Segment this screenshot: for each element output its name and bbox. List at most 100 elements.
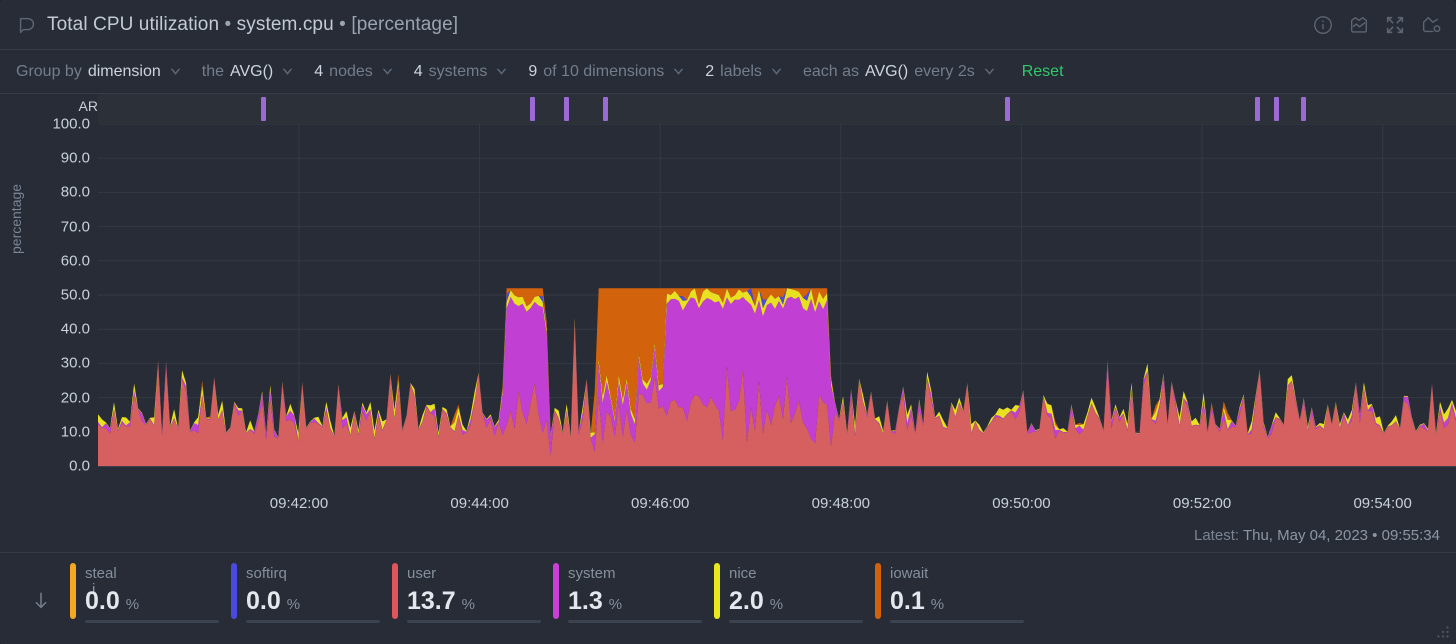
header-icon-group [1312, 14, 1442, 36]
y-axis-tick: 100.0 [52, 115, 90, 133]
legend-item-value: 2.0 [729, 587, 764, 615]
aggregation-value: AVG() [230, 62, 274, 80]
toolbar-granularity[interactable]: each as AVG() every 2s [803, 63, 996, 81]
anomaly-rate-mark [1005, 97, 1011, 121]
y-axis-tick: 90.0 [60, 149, 90, 167]
y-axis-tick: 50.0 [60, 286, 90, 304]
chevron-down-icon[interactable] [381, 65, 394, 78]
nodes-label: nodes [329, 62, 373, 80]
anomaly-rate-track[interactable] [98, 94, 1456, 124]
legend-item-label: iowait [890, 565, 929, 582]
anomaly-rate-mark [1301, 97, 1307, 121]
plot-area: percentage AR 100.0 90.0 80.0 70.0 60.0 50.0 4… [0, 94, 1456, 598]
y-axis-tick: 60.0 [60, 252, 90, 270]
page-title: Total CPU utilization • system.cpu • [pe… [47, 14, 458, 36]
legend-item-unit: % [286, 596, 301, 613]
systems-count: 4 [413, 62, 423, 80]
x-axis-tick: 09:48:00 [811, 495, 871, 512]
legend-item[interactable]: user 13.7% [392, 563, 553, 631]
anomaly-rate-mark [1274, 97, 1280, 121]
chart-legend: steal 0.0% softirq 0.0% user 13.7% system 1.3% n… [0, 553, 1456, 644]
legend-color-swatch [392, 563, 398, 619]
y-axis-tick: 70.0 [60, 218, 90, 236]
legend-item[interactable]: iowait 0.1% [875, 563, 1036, 631]
chevron-down-icon[interactable] [495, 65, 508, 78]
anomaly-rate-label: AR [78, 98, 98, 114]
latest-label: Latest: [1194, 527, 1240, 544]
anomaly-icon[interactable] [1420, 14, 1442, 36]
legend-item[interactable]: system 1.3% [553, 563, 714, 631]
legend-color-swatch [70, 563, 76, 619]
legend-item-label: steal [85, 565, 117, 582]
legend-item-unit: % [461, 596, 476, 613]
resize-handle[interactable] [1435, 624, 1451, 640]
dimensions-label: of 10 dimensions [543, 62, 665, 80]
anomaly-rate-mark [529, 97, 535, 121]
anomaly-rate-mark [1255, 97, 1261, 121]
chart-plot[interactable] [98, 124, 1456, 466]
legend-item-value: 0.1 [890, 587, 925, 615]
title-sep-2: • [339, 13, 346, 35]
title-sep-1: • [224, 13, 232, 35]
labels-label: labels [720, 62, 762, 80]
labels-count: 2 [705, 62, 715, 80]
legend-item-label: system [568, 565, 616, 582]
y-axis-tick: 10.0 [60, 423, 90, 441]
chart-card: Total CPU utilization • system.cpu • [pe… [0, 0, 1456, 644]
legend-color-swatch [714, 563, 720, 619]
latest-timestamp: Latest: Thu, May 04, 2023 • 09:55:34 [1194, 527, 1440, 544]
toolbar-labels[interactable]: 2 labels [705, 63, 783, 81]
chevron-down-icon[interactable] [983, 65, 996, 78]
legend-item-bar [85, 620, 219, 623]
chart-toolbar: Group by dimension the AVG() 4 nodes 4 s… [0, 50, 1456, 94]
y-axis-tick: 20.0 [60, 389, 90, 407]
legend-color-swatch [875, 563, 881, 619]
group-by-value: dimension [87, 62, 161, 80]
legend-item-value: 1.3 [568, 587, 603, 615]
legend-item-value: 0.0 [246, 587, 281, 615]
granularity-value: AVG() [864, 62, 909, 80]
legend-item-unit: % [608, 596, 623, 613]
chevron-down-icon[interactable] [281, 65, 294, 78]
chart-units: [percentage] [351, 13, 459, 35]
legend-color-swatch [553, 563, 559, 619]
aggregation-prefix: the [201, 62, 224, 80]
y-axis-tick: 30.0 [60, 354, 90, 372]
x-axis-tick: 09:42:00 [269, 495, 329, 512]
legend-item-value: 0.0 [85, 587, 120, 615]
chart-type-icon[interactable] [1348, 14, 1370, 36]
toolbar-group-by[interactable]: Group by dimension [16, 63, 182, 81]
anomaly-rate-mark [603, 97, 609, 121]
toolbar-systems[interactable]: 4 systems [414, 63, 509, 81]
group-by-prefix: Group by [16, 62, 82, 80]
x-axis-tick: 09:54:00 [1353, 495, 1412, 512]
legend-item-bar [568, 620, 702, 623]
chart-context: system.cpu [236, 13, 334, 35]
legend-item[interactable]: steal 0.0% [70, 563, 231, 631]
legend-item-label: user [407, 565, 437, 582]
card-header: Total CPU utilization • system.cpu • [pe… [0, 0, 1456, 50]
info-icon[interactable] [1312, 14, 1334, 36]
stacked-area-chart[interactable] [98, 124, 1456, 466]
x-axis-tick: 09:52:00 [1172, 495, 1232, 512]
fullscreen-icon[interactable] [1384, 14, 1406, 36]
chevron-down-icon[interactable] [672, 65, 685, 78]
x-axis-tick: 09:50:00 [992, 495, 1051, 512]
legend-item-bar [729, 620, 863, 623]
x-axis: 09:42:00 09:44:00 09:46:00 09:48:00 09:50:00… [98, 466, 1456, 525]
toolbar-dimensions[interactable]: 9 of 10 dimensions [528, 63, 685, 81]
legend-item-unit: % [930, 596, 945, 613]
y-axis-tick: 40.0 [60, 320, 90, 338]
down-arrow-icon[interactable] [30, 585, 52, 615]
x-axis-tick: 09:46:00 [631, 495, 690, 512]
toolbar-nodes[interactable]: 4 nodes [314, 63, 394, 81]
legend-item-bar [407, 620, 541, 623]
chevron-down-icon[interactable] [770, 65, 783, 78]
reset-button[interactable]: Reset [1022, 63, 1064, 81]
legend-item-bar [890, 620, 1024, 623]
toolbar-aggregation[interactable]: the AVG() [202, 63, 295, 81]
nodes-count: 4 [314, 62, 324, 80]
legend-item[interactable]: nice 2.0% [714, 563, 875, 631]
chevron-down-icon[interactable] [169, 65, 182, 78]
legend-item[interactable]: softirq 0.0% [231, 563, 392, 631]
